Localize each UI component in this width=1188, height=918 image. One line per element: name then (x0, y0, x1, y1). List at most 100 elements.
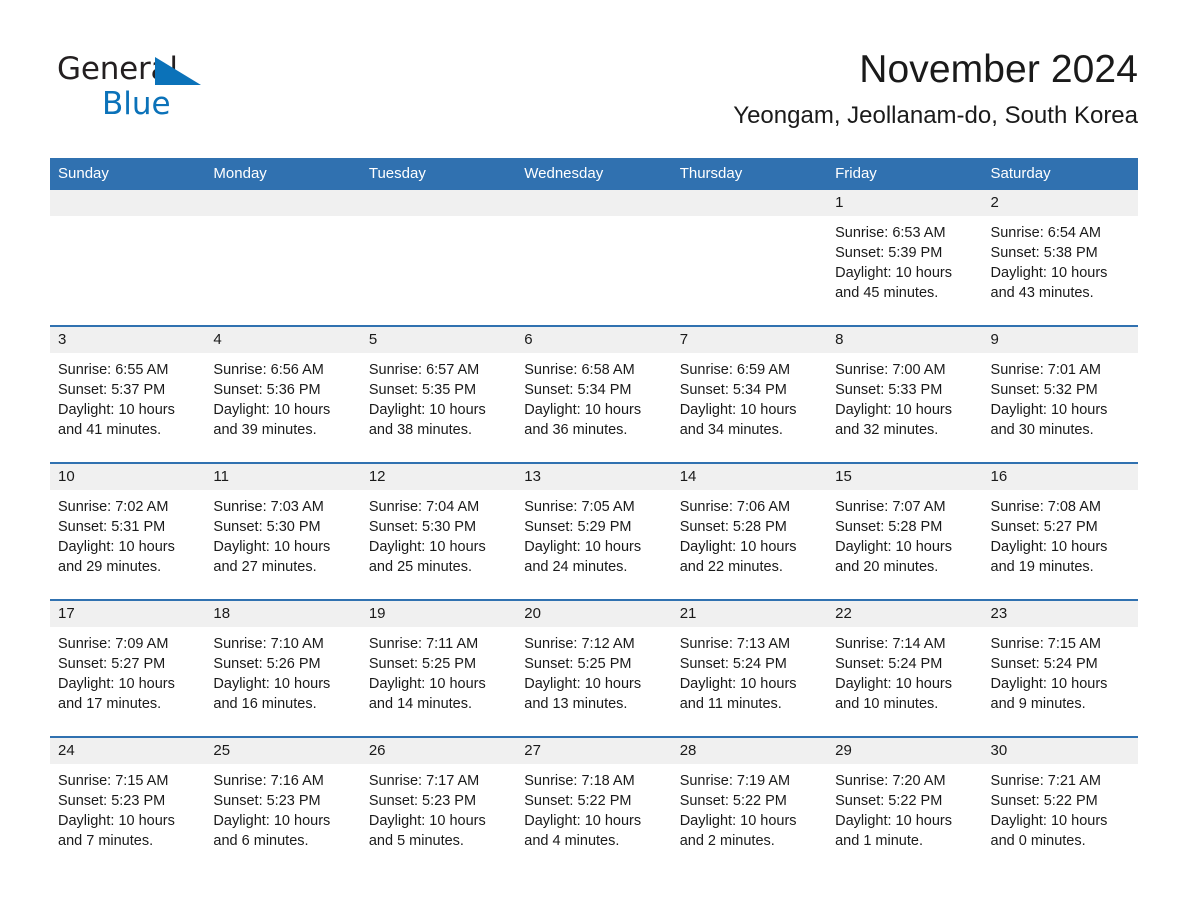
calendar-day-cell[interactable]: 6 Sunrise: 6:58 AM Sunset: 5:34 PM Daylight… (516, 325, 672, 463)
daylight-text-line1: Daylight: 10 hours (58, 813, 175, 829)
calendar-day-cell[interactable]: 16 Sunrise: 7:08 AM Sunset: 5:27 PM Dayligh… (982, 462, 1138, 600)
day-number (50, 190, 206, 216)
day-cell-inner (360, 190, 517, 325)
day-cell-inner: 4 Sunrise: 6:56 AM Sunset: 5:36 PM Daylight… (205, 327, 361, 462)
day-number: 18 (205, 601, 361, 627)
daylight-text-line2: and 34 minutes. (679, 422, 783, 438)
sunset-text: Sunset: 5:33 PM (835, 382, 943, 398)
daylight-text-line2: and 1 minute. (835, 833, 923, 849)
daylight-text-line1: Daylight: 10 hours (990, 676, 1108, 692)
sunrise-text: Sunrise: 7:05 AM (524, 499, 635, 515)
calendar-day-cell[interactable]: 1 Sunrise: 6:53 AM Sunset: 5:39 PM Daylight… (827, 190, 983, 326)
day-cell-inner: 9 Sunrise: 7:01 AM Sunset: 5:32 PM Daylight… (982, 327, 1138, 462)
sunset-text: Sunset: 5:22 PM (835, 793, 943, 809)
calendar-day-cell[interactable]: 12 Sunrise: 7:04 AM Sunset: 5:30 PM Dayligh… (360, 462, 517, 600)
day-details: Sunrise: 7:02 AM Sunset: 5:31 PM Daylight:… (50, 490, 205, 577)
day-number: 29 (827, 738, 983, 764)
day-cell-inner: 28 Sunrise: 7:19 AM Sunset: 5:22 PM Dayligh… (671, 738, 828, 873)
calendar-day-cell[interactable]: 3 Sunrise: 6:55 AM Sunset: 5:37 PM Daylight… (50, 325, 206, 463)
calendar-cell-empty (671, 190, 828, 326)
calendar-day-cell[interactable]: 24 Sunrise: 7:15 AM Sunset: 5:23 PM Dayligh… (50, 736, 206, 873)
calendar-week-row: 1 Sunrise: 6:53 AM Sunset: 5:39 PM Daylight… (50, 190, 1138, 326)
daylight-text-line2: and 41 minutes. (58, 422, 162, 438)
calendar-day-cell[interactable]: 22 Sunrise: 7:14 AM Sunset: 5:24 PM Dayligh… (827, 599, 983, 737)
sunrise-text: Sunrise: 7:10 AM (213, 636, 324, 652)
sunrise-text: Sunrise: 7:00 AM (835, 362, 946, 378)
calendar-cell-empty (50, 190, 206, 326)
calendar-day-cell[interactable]: 4 Sunrise: 6:56 AM Sunset: 5:36 PM Daylight… (205, 325, 361, 463)
calendar-day-cell[interactable]: 17 Sunrise: 7:09 AM Sunset: 5:27 PM Dayligh… (50, 599, 206, 737)
daylight-text-line2: and 19 minutes. (990, 559, 1094, 575)
daylight-text-line1: Daylight: 10 hours (835, 265, 952, 281)
day-cell-inner: 11 Sunrise: 7:03 AM Sunset: 5:30 PM Dayligh… (205, 464, 361, 599)
sunset-text: Sunset: 5:26 PM (213, 656, 321, 672)
day-details: Sunrise: 7:00 AM Sunset: 5:33 PM Daylight:… (827, 353, 982, 440)
calendar-day-cell[interactable]: 15 Sunrise: 7:07 AM Sunset: 5:28 PM Dayligh… (827, 462, 983, 600)
calendar-day-cell[interactable]: 30 Sunrise: 7:21 AM Sunset: 5:22 PM Dayligh… (982, 736, 1138, 873)
daylight-text-line1: Daylight: 10 hours (368, 539, 486, 555)
daylight-text-line1: Daylight: 10 hours (679, 402, 797, 418)
sunrise-text: Sunrise: 6:53 AM (835, 225, 946, 241)
sunset-text: Sunset: 5:30 PM (213, 519, 321, 535)
calendar-day-cell[interactable]: 26 Sunrise: 7:17 AM Sunset: 5:23 PM Dayligh… (360, 736, 517, 873)
daylight-text-line1: Daylight: 10 hours (368, 402, 486, 418)
daylight-text-line2: and 2 minutes. (679, 833, 775, 849)
calendar-day-cell[interactable]: 27 Sunrise: 7:18 AM Sunset: 5:22 PM Dayligh… (516, 736, 672, 873)
sunrise-text: Sunrise: 7:06 AM (679, 499, 791, 515)
sunrise-text: Sunrise: 6:57 AM (368, 362, 480, 378)
calendar-day-cell[interactable]: 29 Sunrise: 7:20 AM Sunset: 5:22 PM Dayligh… (827, 736, 983, 873)
sunset-text: Sunset: 5:31 PM (58, 519, 166, 535)
day-cell-inner: 14 Sunrise: 7:06 AM Sunset: 5:28 PM Dayligh… (671, 464, 828, 599)
calendar-week-row: 24 Sunrise: 7:15 AM Sunset: 5:23 PM Dayligh… (50, 736, 1138, 873)
daylight-text-line2: and 7 minutes. (58, 833, 154, 849)
calendar-day-cell[interactable]: 23 Sunrise: 7:15 AM Sunset: 5:24 PM Dayligh… (982, 599, 1138, 737)
calendar-day-cell[interactable]: 5 Sunrise: 6:57 AM Sunset: 5:35 PM Daylight… (360, 325, 517, 463)
generalblue-logo[interactable]: General Blue (57, 52, 201, 121)
calendar-day-cell[interactable]: 11 Sunrise: 7:03 AM Sunset: 5:30 PM Dayligh… (205, 462, 361, 600)
sunset-text: Sunset: 5:27 PM (58, 656, 166, 672)
calendar-day-cell[interactable]: 21 Sunrise: 7:13 AM Sunset: 5:24 PM Dayligh… (671, 599, 828, 737)
daylight-text-line2: and 43 minutes. (990, 285, 1094, 301)
calendar-day-cell[interactable]: 18 Sunrise: 7:10 AM Sunset: 5:26 PM Dayligh… (205, 599, 361, 737)
calendar-day-cell[interactable]: 7 Sunrise: 6:59 AM Sunset: 5:34 PM Daylight… (671, 325, 828, 463)
day-details: Sunrise: 6:57 AM Sunset: 5:35 PM Daylight:… (361, 353, 516, 440)
day-cell-inner (516, 190, 672, 325)
daylight-text-line2: and 9 minutes. (990, 696, 1086, 712)
daylight-text-line1: Daylight: 10 hours (835, 402, 952, 418)
weekday-header-wednesday: Wednesday (516, 158, 672, 190)
calendar-day-cell[interactable]: 19 Sunrise: 7:11 AM Sunset: 5:25 PM Dayligh… (360, 599, 517, 737)
daylight-text-line1: Daylight: 10 hours (835, 676, 952, 692)
calendar-day-cell[interactable]: 8 Sunrise: 7:00 AM Sunset: 5:33 PM Daylight… (827, 325, 983, 463)
calendar-day-cell[interactable]: 25 Sunrise: 7:16 AM Sunset: 5:23 PM Dayligh… (205, 736, 361, 873)
calendar-grid: Sunday Monday Tuesday Wednesday Thursday… (50, 158, 1138, 873)
day-cell-inner: 27 Sunrise: 7:18 AM Sunset: 5:22 PM Dayligh… (516, 738, 672, 873)
calendar-day-cell[interactable]: 13 Sunrise: 7:05 AM Sunset: 5:29 PM Dayligh… (516, 462, 672, 600)
day-details: Sunrise: 7:21 AM Sunset: 5:22 PM Daylight:… (983, 764, 1138, 851)
calendar-day-cell[interactable]: 20 Sunrise: 7:12 AM Sunset: 5:25 PM Dayligh… (516, 599, 672, 737)
calendar-day-cell[interactable]: 10 Sunrise: 7:02 AM Sunset: 5:31 PM Dayligh… (50, 462, 206, 600)
day-details: Sunrise: 7:13 AM Sunset: 5:24 PM Daylight:… (672, 627, 827, 714)
day-number: 15 (827, 464, 983, 490)
sunset-text: Sunset: 5:23 PM (368, 793, 477, 809)
daylight-text-line2: and 39 minutes. (213, 422, 317, 438)
calendar-day-cell[interactable]: 9 Sunrise: 7:01 AM Sunset: 5:32 PM Daylight… (982, 325, 1138, 463)
day-details: Sunrise: 6:55 AM Sunset: 5:37 PM Daylight:… (50, 353, 205, 440)
day-details: Sunrise: 7:04 AM Sunset: 5:30 PM Daylight:… (361, 490, 516, 577)
day-details: Sunrise: 7:07 AM Sunset: 5:28 PM Daylight:… (827, 490, 982, 577)
day-number: 17 (50, 601, 206, 627)
calendar-header-row: Sunday Monday Tuesday Wednesday Thursday… (50, 158, 1138, 190)
sunrise-text: Sunrise: 7:20 AM (835, 773, 946, 789)
day-details: Sunrise: 7:11 AM Sunset: 5:25 PM Daylight:… (361, 627, 516, 714)
calendar-day-cell[interactable]: 14 Sunrise: 7:06 AM Sunset: 5:28 PM Dayligh… (671, 462, 828, 600)
day-cell-inner: 5 Sunrise: 6:57 AM Sunset: 5:35 PM Daylight… (360, 327, 517, 462)
sunset-text: Sunset: 5:38 PM (990, 245, 1098, 261)
day-details: Sunrise: 7:03 AM Sunset: 5:30 PM Daylight:… (205, 490, 360, 577)
calendar-day-cell[interactable]: 28 Sunrise: 7:19 AM Sunset: 5:22 PM Dayligh… (671, 736, 828, 873)
calendar-day-cell[interactable]: 2 Sunrise: 6:54 AM Sunset: 5:38 PM Daylight… (982, 190, 1138, 326)
day-cell-inner: 25 Sunrise: 7:16 AM Sunset: 5:23 PM Dayligh… (205, 738, 361, 873)
title-block: November 2024 Yeongam, Jeollanam-do, Sou… (733, 49, 1138, 129)
calendar-cell-empty (205, 190, 361, 326)
daylight-text-line2: and 5 minutes. (368, 833, 464, 849)
daylight-text-line1: Daylight: 10 hours (58, 676, 175, 692)
sunset-text: Sunset: 5:37 PM (58, 382, 166, 398)
